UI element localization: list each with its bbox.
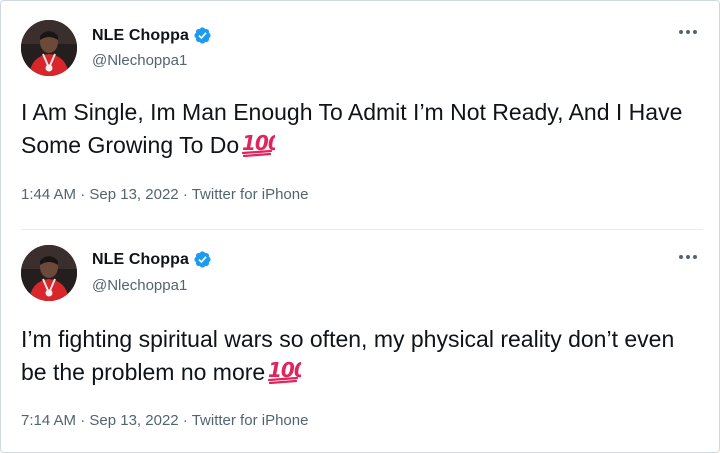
author-row: NLE Choppa — [92, 26, 212, 45]
tweet-source: Twitter for iPhone — [191, 412, 309, 429]
avatar[interactable] — [21, 20, 77, 76]
tweet[interactable]: NLE Choppa @Nlechoppa1 I’m fighting spir… — [1, 230, 719, 452]
more-options-icon[interactable] — [679, 30, 697, 34]
tweet[interactable]: NLE Choppa @Nlechoppa1 I Am Single, Im M… — [1, 1, 719, 229]
tweet-source: Twitter for iPhone — [191, 186, 309, 203]
meta-separator: · — [182, 186, 188, 203]
meta-separator: · — [80, 186, 86, 203]
tweet-text: I Am Single, Im Man Enough To Admit I’m … — [21, 96, 701, 166]
tweet-text: I’m fighting spiritual wars so often, my… — [21, 323, 701, 393]
tweet-meta: 1:44 AM · Sep 13, 2022 · Twitter for iPh… — [21, 186, 308, 203]
more-options-icon[interactable] — [679, 255, 697, 259]
meta-separator: · — [182, 412, 188, 429]
verified-badge-icon — [193, 26, 212, 45]
author-row: NLE Choppa — [92, 250, 212, 269]
author-handle[interactable]: @Nlechoppa1 — [92, 52, 187, 69]
tweet-card-frame: NLE Choppa @Nlechoppa1 I Am Single, Im M… — [0, 0, 720, 453]
tweet-time[interactable]: 1:44 AM — [21, 186, 76, 203]
hundred-points-emoji-icon: 100 — [267, 358, 309, 393]
tweet-text-content: I Am Single, Im Man Enough To Admit I’m … — [21, 99, 683, 158]
hundred-points-emoji-icon: 100 — [241, 131, 283, 166]
tweet-date[interactable]: Sep 13, 2022 — [89, 412, 178, 429]
avatar[interactable] — [21, 245, 77, 301]
author-handle[interactable]: @Nlechoppa1 — [92, 277, 187, 294]
author-name[interactable]: NLE Choppa — [92, 251, 189, 269]
tweet-time[interactable]: 7:14 AM — [21, 412, 76, 429]
tweet-text-content: I’m fighting spiritual wars so often, my… — [21, 326, 675, 385]
meta-separator: · — [80, 412, 86, 429]
tweet-date[interactable]: Sep 13, 2022 — [89, 186, 178, 203]
author-name[interactable]: NLE Choppa — [92, 27, 189, 45]
verified-badge-icon — [193, 250, 212, 269]
tweet-meta: 7:14 AM · Sep 13, 2022 · Twitter for iPh… — [21, 412, 308, 429]
